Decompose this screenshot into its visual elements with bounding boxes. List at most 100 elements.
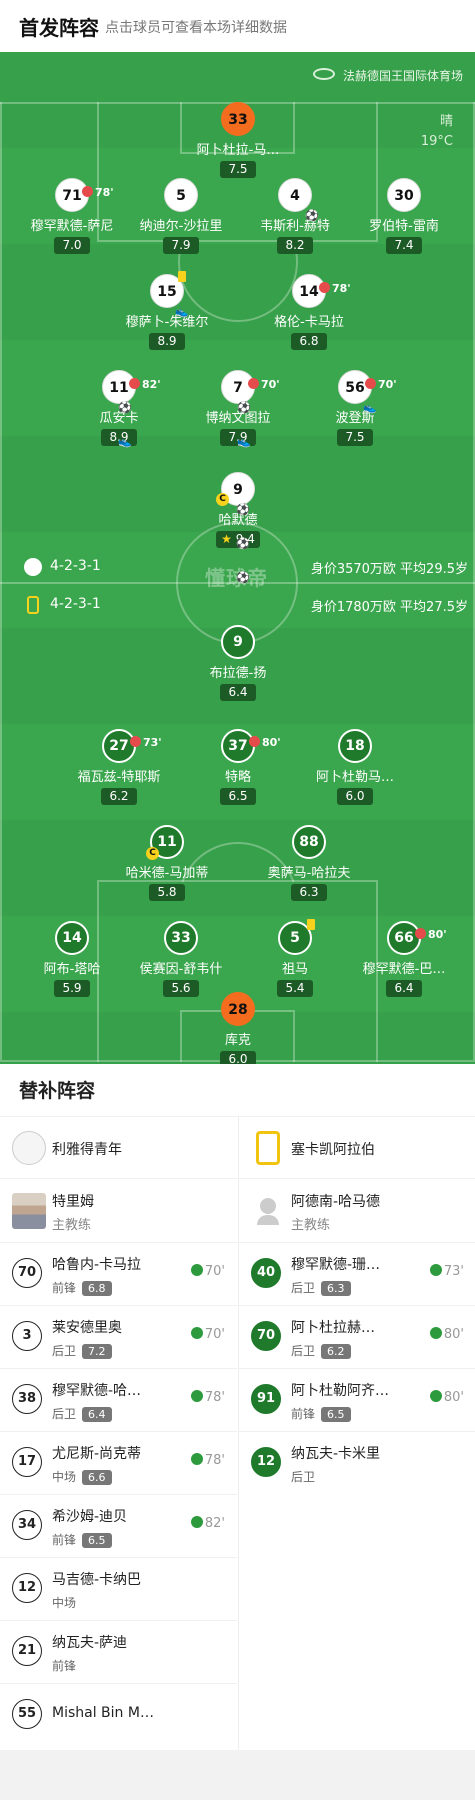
sub-on-icon [429,1264,442,1276]
player-number: 11 [157,834,177,850]
home-player[interactable]: 56 70' 👟 波登斯 7.5 [285,370,425,446]
sub-off-icon [319,282,330,293]
sub-name: 尤尼斯-尚克蒂 [52,1446,142,1462]
stadium-icon [312,68,335,80]
sub-on-icon [190,1516,203,1528]
home-player-gk[interactable]: 33 阿卜杜拉-马… 7.5 [168,102,308,178]
sub-rating: 6.8 [82,1281,112,1296]
home-coach-row[interactable]: 特里姆 主教练 [0,1178,237,1242]
away-team-icon [27,596,39,614]
player-number: 28 [221,992,255,1026]
away-coach-row[interactable]: 阿德南-哈马德 主教练 [239,1178,475,1242]
player-name: 罗伯特-雷南 [369,219,439,234]
sub-player[interactable]: 17 尤尼斯-尚克蒂 中场 6.6 78' [0,1431,237,1494]
sub-player[interactable]: 12 纳瓦夫-卡米里 后卫 [239,1431,475,1494]
assist-icon: 👟 [175,305,189,318]
player-rating: 8.2 [277,237,313,254]
home-team-logo-icon [12,1131,46,1165]
lineup-header: 首发阵容 点击球员可查看本场详细数据 [0,0,475,52]
player-rating: 6.2 [101,788,137,805]
sub-rating: 6.2 [321,1344,351,1359]
away-team-row[interactable]: 塞卡凯阿拉伯 [239,1116,475,1178]
sub-position: 后卫 6.2 [291,1342,351,1359]
venue-name: 法赫德国王国际体育场 [342,69,463,83]
away-player[interactable]: 66 80' 穆罕默德-巴… 6.4 [334,921,474,997]
player-number: 15 [157,284,177,300]
sub-name: 阿卜杜拉赫… [291,1320,375,1336]
sub-player[interactable]: 55 Mishal Bin M… [0,1683,237,1746]
player-number: 33 [164,921,198,955]
sub-player[interactable]: 3 莱安德里奥 后卫 7.2 70' [0,1305,237,1368]
home-team-name: 利雅得青年 [52,1142,122,1158]
sub-player[interactable]: 12 马吉德-卡纳巴 中场 [0,1557,237,1620]
sub-rating: 6.3 [321,1281,351,1296]
sub-number: 3 [12,1321,42,1351]
player-number: 5 [290,930,300,946]
player-number: 5 [164,178,198,212]
sub-number: 91 [251,1384,281,1414]
player-rating: 6.4 [220,684,256,701]
sub-number: 12 [12,1573,42,1603]
sub-player[interactable]: 34 希沙姆-迪贝 前锋 6.5 82' [0,1494,237,1557]
sub-off-icon [415,928,426,939]
sub-on-time: 73' [429,1264,464,1279]
player-number: 71 [62,188,82,204]
sub-position: 前锋 6.5 [52,1531,112,1548]
player-name: 库克 [224,1033,251,1048]
away-team-name: 塞卡凯阿拉伯 [291,1142,375,1158]
away-player[interactable]: 9 布拉德-扬 6.4 [168,625,308,701]
home-formation: 4-2-3-1 [24,558,101,576]
player-rating: 5.8 [149,884,185,901]
sub-name: 希沙姆-迪贝 [52,1509,128,1525]
sub-number: 55 [12,1699,42,1729]
temperature: 19°C [420,134,453,149]
sub-name: 莱安德里奥 [52,1320,122,1336]
sub-player[interactable]: 40 穆罕默德-珊… 后卫 6.3 73' [239,1242,475,1305]
home-player[interactable]: 15 👟 穆萨卜-朱维尔 8.9 [97,271,237,350]
sub-player[interactable]: 91 阿卜杜勒阿齐… 前锋 6.5 80' [239,1368,475,1431]
away-player[interactable]: 88 奥萨马-哈拉夫 6.3 [239,825,379,901]
sub-player[interactable]: 70 哈鲁内-卡马拉 前锋 6.8 70' [0,1242,237,1305]
sub-on-icon [190,1390,203,1402]
goal-ball-icon: ⚽👟 [237,401,251,448]
away-player[interactable]: 18 阿卜杜勒马… 6.0 [285,729,425,805]
player-name: 奥萨马-哈拉夫 [267,866,351,881]
home-subs-column: 利雅得青年 特里姆 主教练 70 哈鲁内-卡马拉 前锋 6.8 70' 3 莱安德… [0,1116,237,1750]
sub-off-indicator: 78' [319,272,351,306]
player-rating: 7.5 [337,429,373,446]
sub-position: 中场 [52,1596,77,1610]
player-number: 33 [221,102,255,136]
coach-name: 特里姆 [52,1194,94,1210]
home-team-row[interactable]: 利雅得青年 [0,1116,237,1178]
away-player-gk[interactable]: 28 库克 6.0 [168,992,308,1064]
away-player[interactable]: 11 C 哈米德-马加蒂 5.8 [97,825,237,901]
coach-avatar-placeholder-icon [251,1193,285,1229]
sub-on-time: 78' [190,1453,225,1468]
sub-player[interactable]: 70 阿卜杜拉赫… 后卫 6.2 80' [239,1305,475,1368]
home-player[interactable]: 14 78' 格伦-卡马拉 6.8 [239,274,379,350]
sub-on-time: 78' [190,1390,225,1405]
sub-player[interactable]: 21 纳瓦夫-萨迪 前锋 [0,1620,237,1683]
weather-text: 晴 [439,114,453,129]
player-name: 阿卜杜拉-马… [196,143,280,158]
home-player[interactable]: 9 C ⚽⚽⚽ 哈默德 ★ 9.4 [168,472,308,584]
player-rating: 7.9 [163,237,199,254]
player-rating: 6.8 [291,333,327,350]
player-rating: 6.0 [337,788,373,805]
subs-panel: 利雅得青年 特里姆 主教练 70 哈鲁内-卡马拉 前锋 6.8 70' 3 莱安德… [0,1116,475,1750]
player-number: 14 [55,921,89,955]
away-team-logo-icon [256,1131,280,1165]
coach-avatar [12,1193,46,1229]
sub-name: 阿卜杜勒阿齐… [291,1383,389,1399]
player-number: 88 [292,825,326,859]
player-number: 30 [387,178,421,212]
sub-player[interactable]: 38 穆罕默德-哈… 后卫 6.4 78' [0,1368,237,1431]
sub-rating: 6.4 [82,1407,112,1422]
sub-off-indicator: 78' [82,176,114,210]
star-icon: ★ [221,532,232,546]
yellow-card-icon [307,919,315,930]
venue-label: 法赫德国王国际体育场 [312,67,463,84]
home-player[interactable]: 30 罗伯特-雷南 7.4 [334,178,474,254]
sub-number: 70 [251,1321,281,1351]
away-team-value: 身价1780万欧 平均27.5岁 [310,600,468,615]
